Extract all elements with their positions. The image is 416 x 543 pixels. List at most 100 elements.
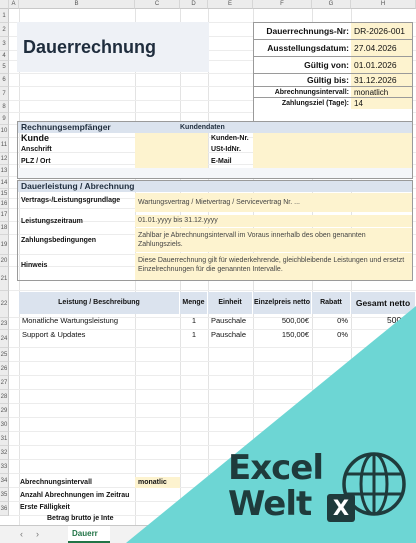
vat-id-label: USt-IdNr.: [211, 146, 241, 153]
row-header[interactable]: 28: [0, 390, 9, 404]
note-field[interactable]: Diese Dauerrechnung gilt für wiederkehre…: [135, 253, 412, 280]
row-header[interactable]: 8: [0, 101, 9, 113]
email-label: E-Mail: [211, 158, 232, 165]
select-all-corner[interactable]: [0, 0, 9, 9]
row-unit-price: 500,00€: [281, 316, 309, 325]
customer-details-field[interactable]: [253, 133, 412, 168]
address-label: Anschrift: [21, 146, 52, 153]
row-header[interactable]: 17: [0, 209, 9, 222]
column-header-g[interactable]: G: [312, 0, 351, 9]
row-header[interactable]: 30: [0, 418, 9, 432]
column-header-e[interactable]: E: [208, 0, 253, 9]
table-header-discount: Rabatt: [312, 292, 351, 314]
meta-value-number[interactable]: DR-2026-001: [351, 23, 412, 40]
summary-interval-value[interactable]: monatlic: [135, 477, 180, 488]
row-total: 15: [403, 329, 413, 339]
payment-terms-field[interactable]: Zahlbar je Abrechnungsintervall im Vorau…: [135, 228, 412, 252]
summary-count-label: Anzahl Abrechnungen im Zeitrau: [20, 492, 130, 499]
table-row[interactable]: Support & Updates 1 Pauschale 150,00€ 0%…: [19, 328, 416, 342]
sheet-tab-dauerrechnung[interactable]: Dauerr: [68, 526, 110, 543]
column-header-h[interactable]: H: [351, 0, 416, 9]
row-header[interactable]: 25: [0, 348, 9, 362]
row-header[interactable]: 21: [0, 267, 9, 291]
row-header[interactable]: 2: [0, 23, 9, 37]
period-label: Leistungszeitraum: [21, 218, 83, 225]
customer-no-label: Kunden-Nr.: [211, 135, 249, 142]
column-header-f[interactable]: F: [253, 0, 312, 9]
row-header[interactable]: 18: [0, 222, 9, 235]
row-description: Support & Updates: [22, 330, 86, 339]
row-discount: 0%: [337, 330, 348, 339]
service-section-header: Dauerleistung / Abrechnung: [18, 181, 412, 192]
row-header[interactable]: 12: [0, 153, 9, 165]
row-header[interactable]: 20: [0, 255, 9, 267]
meta-value-payment-days[interactable]: 14: [351, 98, 412, 109]
row-header[interactable]: 14: [0, 177, 9, 189]
meta-value-valid-from[interactable]: 01.01.2026: [351, 57, 412, 74]
row-discount: 0%: [337, 316, 348, 325]
logo-text-excel: Excel: [228, 448, 324, 488]
row-header[interactable]: 32: [0, 446, 9, 460]
row-header[interactable]: 33: [0, 460, 9, 474]
table-row[interactable]: Monatliche Wartungsleistung 1 Pauschale …: [19, 314, 416, 328]
row-header[interactable]: 9: [0, 113, 9, 125]
table-header-description: Leistung / Beschreibung: [19, 292, 180, 314]
row-header[interactable]: 15: [0, 189, 9, 199]
row-header[interactable]: 26: [0, 362, 9, 376]
table-header-unit: Einheit: [208, 292, 253, 314]
row-header[interactable]: 31: [0, 432, 9, 446]
row-header[interactable]: 1: [0, 9, 9, 23]
customer-data-label: Kundendaten: [180, 124, 225, 131]
column-header-b[interactable]: B: [19, 0, 135, 9]
meta-label-valid-to: Gültig bis:: [254, 74, 351, 87]
row-header[interactable]: 34: [0, 474, 9, 488]
table-header-qty: Menge: [180, 292, 208, 314]
tab-next-icon[interactable]: ›: [36, 529, 39, 539]
row-header[interactable]: 6: [0, 74, 9, 87]
row-header[interactable]: 16: [0, 199, 9, 209]
row-header[interactable]: 23: [0, 318, 9, 330]
contract-field[interactable]: Wartungsvertrag / Mietvertrag / Servicev…: [135, 193, 412, 212]
meta-value-valid-to[interactable]: 31.12.2026: [351, 74, 412, 87]
row-header[interactable]: 11: [0, 138, 9, 153]
row-unit: Pauschale: [211, 330, 247, 339]
column-header-a[interactable]: A: [9, 0, 19, 9]
row-unit: Pauschale: [211, 316, 247, 325]
meta-label-interval: Abrechnungsintervall:: [254, 87, 351, 98]
excel-x-badge-icon: X: [327, 494, 355, 522]
tab-prev-icon[interactable]: ‹: [20, 529, 23, 539]
payment-terms-label: Zahlungsbedingungen: [21, 237, 97, 244]
note-label: Hinweis: [21, 262, 48, 269]
row-header[interactable]: 3: [0, 37, 9, 51]
row-unit-price: 150,00€: [281, 330, 309, 339]
row-header[interactable]: 4: [0, 51, 9, 61]
row-header[interactable]: 27: [0, 376, 9, 390]
zip-city-label: PLZ / Ort: [21, 158, 51, 165]
row-header[interactable]: 5: [0, 61, 9, 74]
row-header[interactable]: 22: [0, 291, 9, 318]
row-header[interactable]: 7: [0, 87, 9, 101]
row-header[interactable]: 24: [0, 330, 9, 348]
period-field[interactable]: 01.01.yyyy bis 31.12.yyyy: [135, 215, 412, 227]
page-title: Dauerrechnung: [23, 37, 157, 57]
column-header-d[interactable]: D: [180, 0, 208, 9]
row-header[interactable]: 36: [0, 502, 9, 516]
customer-field[interactable]: [135, 133, 208, 168]
meta-label-valid-from: Gültig von:: [254, 57, 351, 74]
summary-first-due-label: Erste Fälligkeit: [20, 504, 70, 511]
row-header[interactable]: 35: [0, 488, 9, 502]
row-header[interactable]: 13: [0, 165, 9, 177]
sheet-tab-bar: [0, 525, 416, 543]
meta-value-issue-date[interactable]: 27.04.2026: [351, 40, 412, 57]
row-total: 500,00: [387, 315, 413, 325]
summary-interval-label: Abrechnungsintervall: [20, 479, 92, 486]
meta-label-issue-date: Ausstellungsdatum:: [254, 40, 351, 57]
customer-label: Kunde: [21, 133, 49, 143]
row-header[interactable]: 29: [0, 404, 9, 418]
meta-value-interval[interactable]: monatlich: [351, 87, 412, 98]
row-qty: 1: [191, 316, 197, 325]
column-header-c[interactable]: C: [135, 0, 180, 9]
row-header[interactable]: 19: [0, 235, 9, 255]
table-header-unit-price: Einzelpreis netto: [253, 292, 312, 314]
row-header[interactable]: 10: [0, 125, 9, 138]
